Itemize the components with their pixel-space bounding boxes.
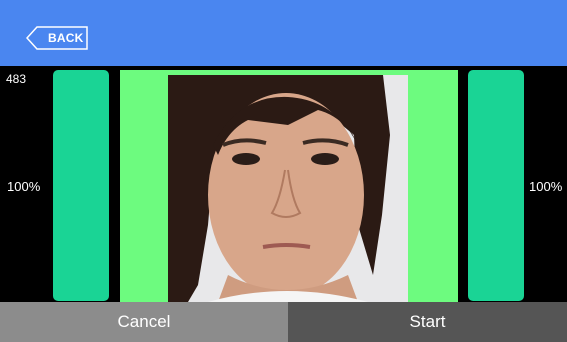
right-level-bar <box>468 70 524 301</box>
face-camera-image <box>168 75 408 302</box>
camera-view: 483 100% 100% <box>0 66 567 302</box>
back-label: BACK <box>48 31 84 45</box>
frame-count: 483 <box>6 72 27 86</box>
footer-bar: Cancel Start <box>0 302 567 342</box>
left-level-text: 100% <box>7 179 41 194</box>
back-button[interactable]: BACK <box>26 26 88 50</box>
right-level-text: 100% <box>529 179 563 194</box>
left-level-bar <box>53 70 109 301</box>
cancel-button[interactable]: Cancel <box>0 302 288 342</box>
start-button[interactable]: Start <box>288 302 567 342</box>
header-bar: BACK <box>0 0 567 66</box>
